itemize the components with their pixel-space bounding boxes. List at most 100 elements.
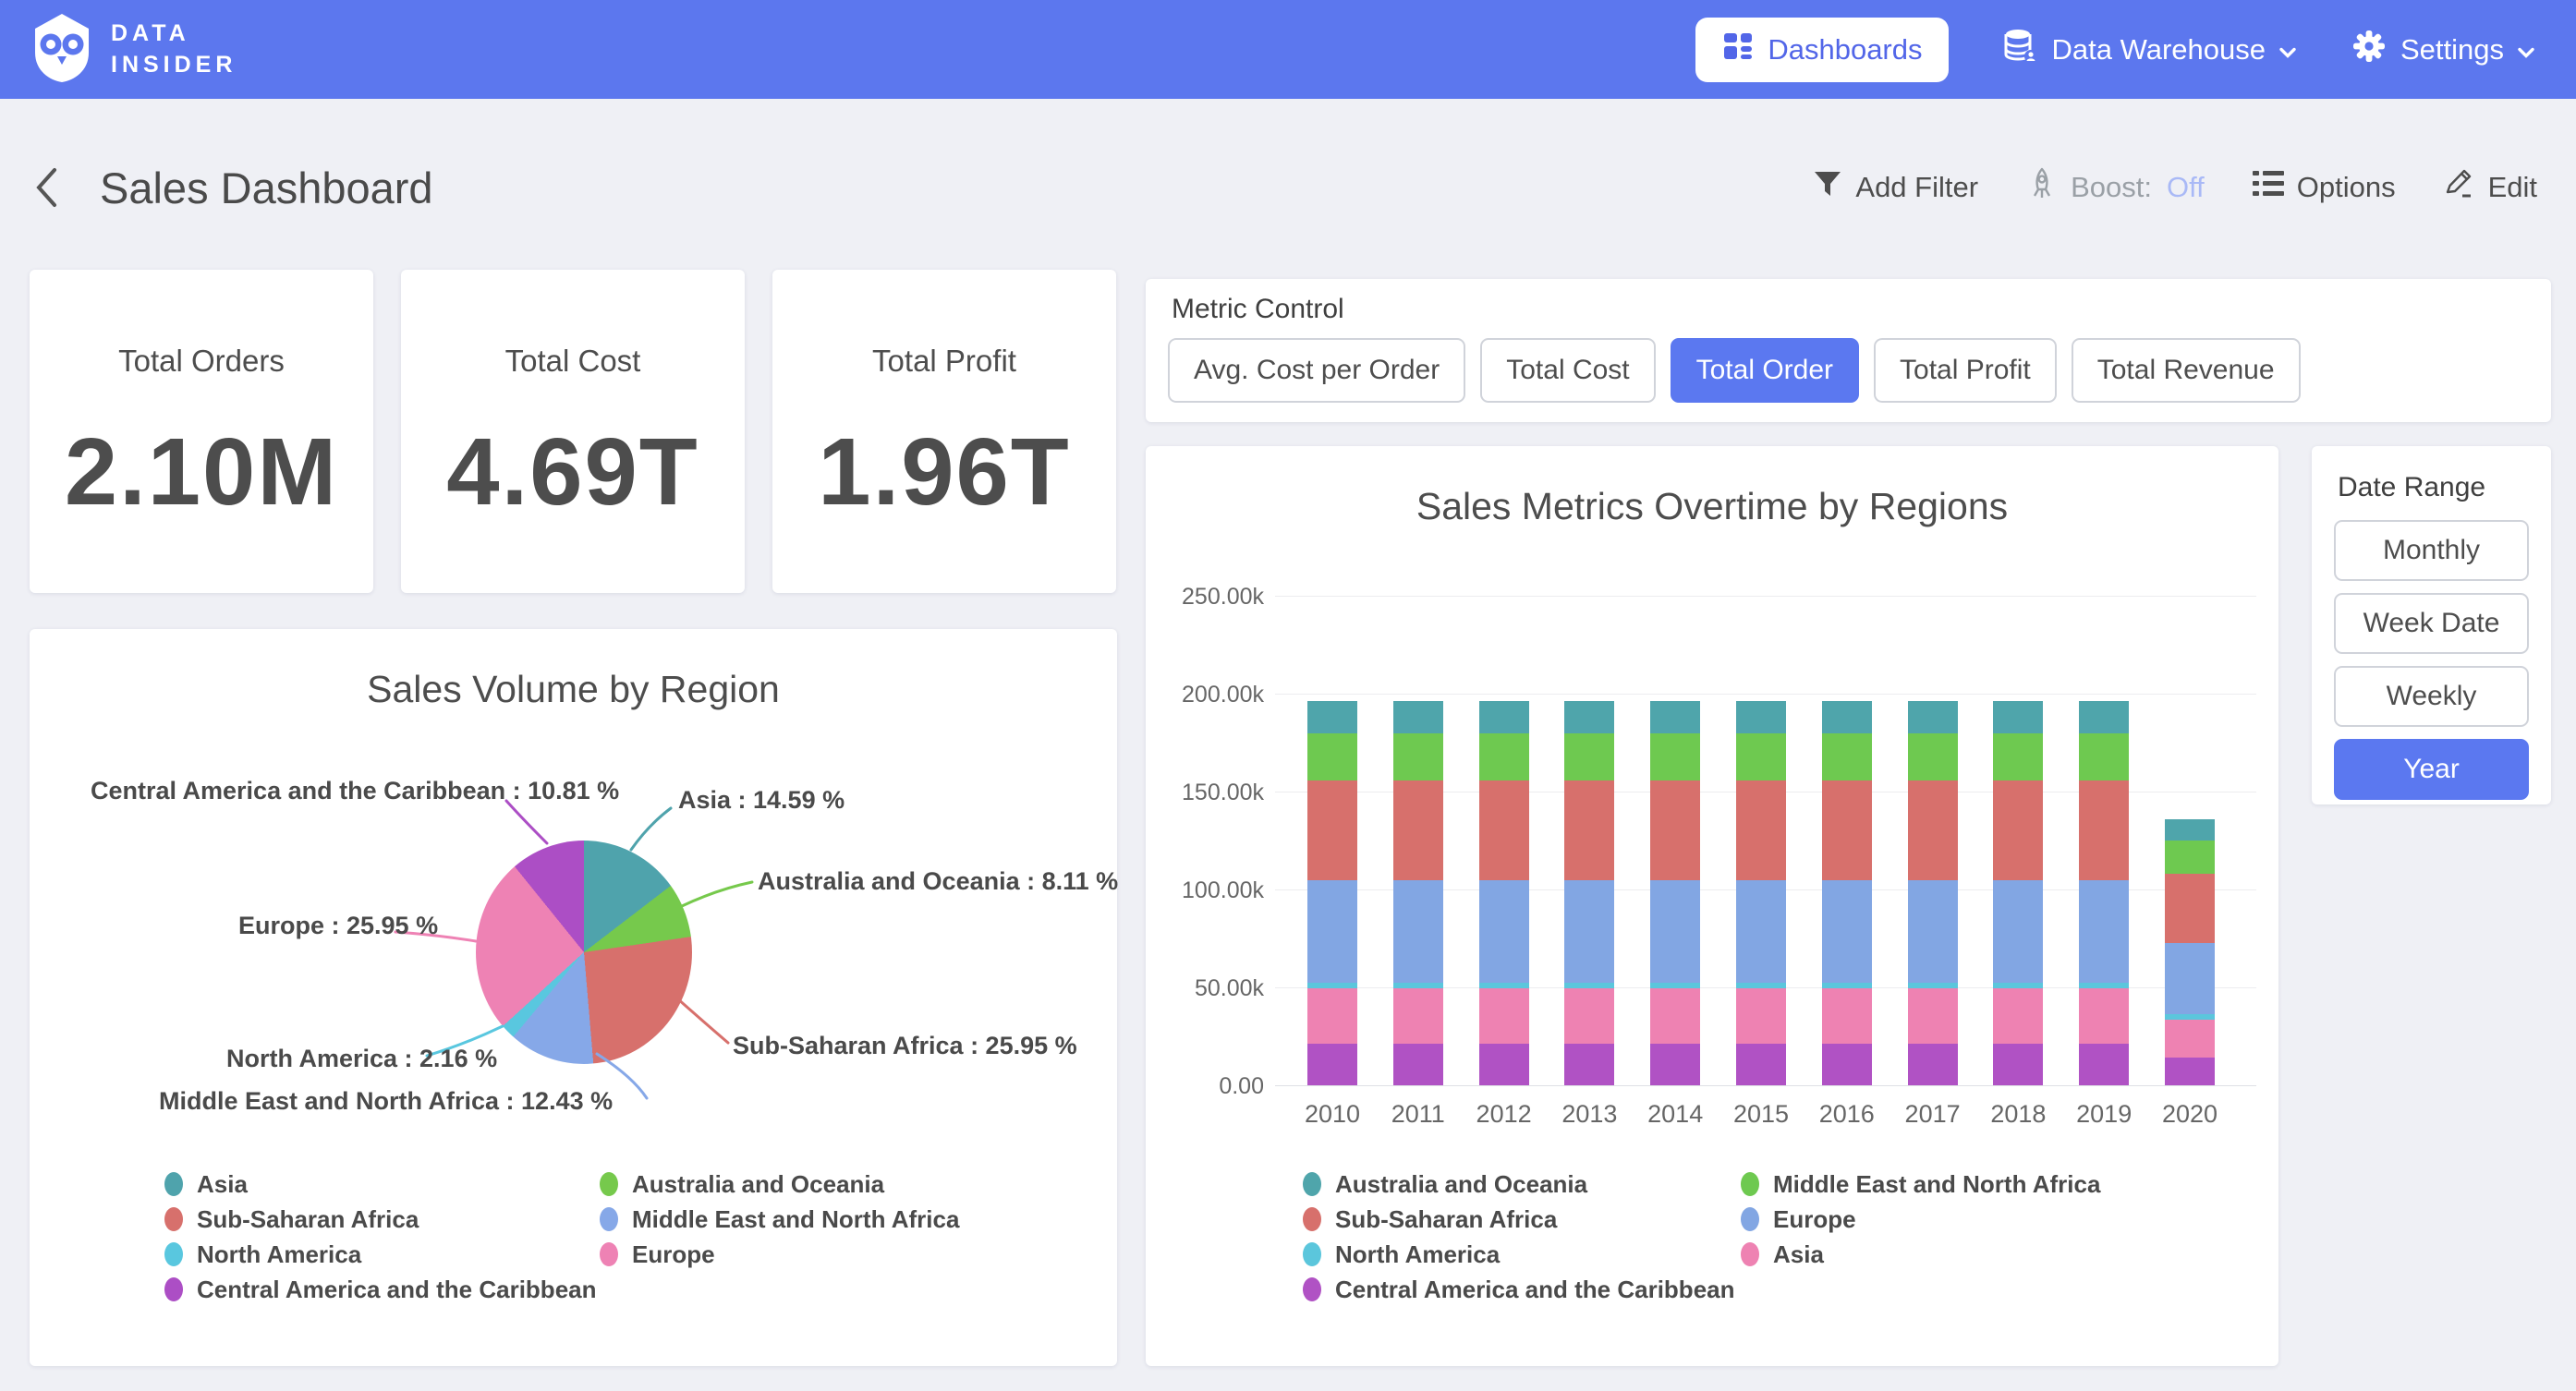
metric-button[interactable]: Total Cost <box>1480 338 1655 403</box>
bar-segment[interactable] <box>1993 880 2043 982</box>
bar-segment[interactable] <box>1393 701 1443 733</box>
bar-segment[interactable] <box>2079 780 2129 881</box>
bar-segment[interactable] <box>2079 880 2129 982</box>
bar-segment[interactable] <box>1564 983 1614 988</box>
bar-segment[interactable] <box>1307 1044 1357 1085</box>
bar-segment[interactable] <box>1307 983 1357 988</box>
bar-segment[interactable] <box>1650 780 1700 881</box>
stacked-bar-2013[interactable] <box>1564 446 1614 1085</box>
bar-segment[interactable] <box>2165 874 2215 942</box>
bar-segment[interactable] <box>2079 983 2129 988</box>
add-filter-button[interactable]: Add Filter <box>1813 169 1978 206</box>
legend-item[interactable]: Asia <box>1741 1237 2100 1272</box>
bar-segment[interactable] <box>1993 780 2043 881</box>
bar-segment[interactable] <box>1908 983 1958 988</box>
legend-item[interactable]: Europe <box>1741 1202 2100 1237</box>
legend-item[interactable]: Asia <box>164 1167 597 1202</box>
bar-segment[interactable] <box>1650 983 1700 988</box>
bar-segment[interactable] <box>1564 1044 1614 1085</box>
bar-segment[interactable] <box>1564 701 1614 733</box>
bar-segment[interactable] <box>2079 701 2129 733</box>
bar-segment[interactable] <box>2165 819 2215 841</box>
bar-segment[interactable] <box>1736 701 1786 733</box>
stacked-bar-2020[interactable] <box>2165 446 2215 1085</box>
bar-segment[interactable] <box>1307 988 1357 1044</box>
bar-segment[interactable] <box>1393 780 1443 881</box>
bar-segment[interactable] <box>1393 880 1443 982</box>
metric-button[interactable]: Total Revenue <box>2072 338 2301 403</box>
metric-button[interactable]: Total Profit <box>1874 338 2057 403</box>
date-range-button[interactable]: Year <box>2334 739 2529 800</box>
nav-dashboards-button[interactable]: Dashboards <box>1695 18 1948 82</box>
bar-segment[interactable] <box>1479 1044 1529 1085</box>
stacked-bar-2014[interactable] <box>1650 446 1700 1085</box>
bar-segment[interactable] <box>1822 733 1872 780</box>
bar-segment[interactable] <box>1908 733 1958 780</box>
pie-chart[interactable] <box>476 841 692 1064</box>
options-button[interactable]: Options <box>2253 170 2396 205</box>
bar-segment[interactable] <box>1736 988 1786 1044</box>
legend-item[interactable]: North America <box>1303 1237 1735 1272</box>
metric-button[interactable]: Avg. Cost per Order <box>1168 338 1465 403</box>
bar-segment[interactable] <box>1479 733 1529 780</box>
bar-segment[interactable] <box>2165 841 2215 874</box>
bar-segment[interactable] <box>2165 943 2215 1014</box>
bar-segment[interactable] <box>1908 1044 1958 1085</box>
bar-segment[interactable] <box>1993 1044 2043 1085</box>
bar-segment[interactable] <box>1736 983 1786 988</box>
bar-segment[interactable] <box>1479 880 1529 982</box>
bar-segment[interactable] <box>1822 1044 1872 1085</box>
bar-segment[interactable] <box>1908 880 1958 982</box>
stacked-bar-2017[interactable] <box>1908 446 1958 1085</box>
bar-segment[interactable] <box>1564 780 1614 881</box>
legend-item[interactable]: Sub-Saharan Africa <box>164 1202 597 1237</box>
legend-item[interactable]: Central America and the Caribbean <box>164 1272 597 1307</box>
bar-segment[interactable] <box>1822 988 1872 1044</box>
bar-segment[interactable] <box>1564 988 1614 1044</box>
date-range-button[interactable]: Weekly <box>2334 666 2529 727</box>
legend-item[interactable]: North America <box>164 1237 597 1272</box>
bar-segment[interactable] <box>1564 733 1614 780</box>
bar-segment[interactable] <box>1993 701 2043 733</box>
legend-item[interactable]: Australia and Oceania <box>600 1167 959 1202</box>
bar-segment[interactable] <box>1822 701 1872 733</box>
bar-segment[interactable] <box>1307 733 1357 780</box>
bar-segment[interactable] <box>1307 701 1357 733</box>
bar-segment[interactable] <box>1822 780 1872 881</box>
back-button[interactable] <box>33 166 59 209</box>
stacked-bar-2016[interactable] <box>1822 446 1872 1085</box>
bar-segment[interactable] <box>1650 733 1700 780</box>
stacked-bar-2019[interactable] <box>2079 446 2129 1085</box>
boost-toggle[interactable]: Boost: Off <box>2026 166 2205 209</box>
bar-segment[interactable] <box>1736 1044 1786 1085</box>
bar-segment[interactable] <box>1393 733 1443 780</box>
stacked-bar-2018[interactable] <box>1993 446 2043 1085</box>
bar-segment[interactable] <box>1822 983 1872 988</box>
stacked-bar-2010[interactable] <box>1307 446 1357 1085</box>
bar-segment[interactable] <box>1650 880 1700 982</box>
bar-segment[interactable] <box>1307 780 1357 881</box>
bar-segment[interactable] <box>1993 733 2043 780</box>
metric-button[interactable]: Total Order <box>1671 338 1859 403</box>
brand-logo[interactable]: DATAINSIDER <box>28 10 237 89</box>
bar-segment[interactable] <box>1393 988 1443 1044</box>
bar-segment[interactable] <box>1736 733 1786 780</box>
stacked-bar-2012[interactable] <box>1479 446 1529 1085</box>
legend-item[interactable]: Middle East and North Africa <box>1741 1167 2100 1202</box>
bar-segment[interactable] <box>1479 701 1529 733</box>
bar-segment[interactable] <box>1736 880 1786 982</box>
bar-segment[interactable] <box>1650 1044 1700 1085</box>
bar-segment[interactable] <box>2079 988 2129 1044</box>
legend-item[interactable]: Sub-Saharan Africa <box>1303 1202 1735 1237</box>
legend-item[interactable]: Europe <box>600 1237 959 1272</box>
stacked-bar-2011[interactable] <box>1393 446 1443 1085</box>
bar-segment[interactable] <box>1650 701 1700 733</box>
bar-segment[interactable] <box>1307 880 1357 982</box>
edit-button[interactable]: Edit <box>2444 168 2537 207</box>
bar-segment[interactable] <box>1822 880 1872 982</box>
bar-segment[interactable] <box>2079 1044 2129 1085</box>
stacked-bar-2015[interactable] <box>1736 446 1786 1085</box>
bar-segment[interactable] <box>1479 780 1529 881</box>
bar-segment[interactable] <box>1479 983 1529 988</box>
legend-item[interactable]: Middle East and North Africa <box>600 1202 959 1237</box>
